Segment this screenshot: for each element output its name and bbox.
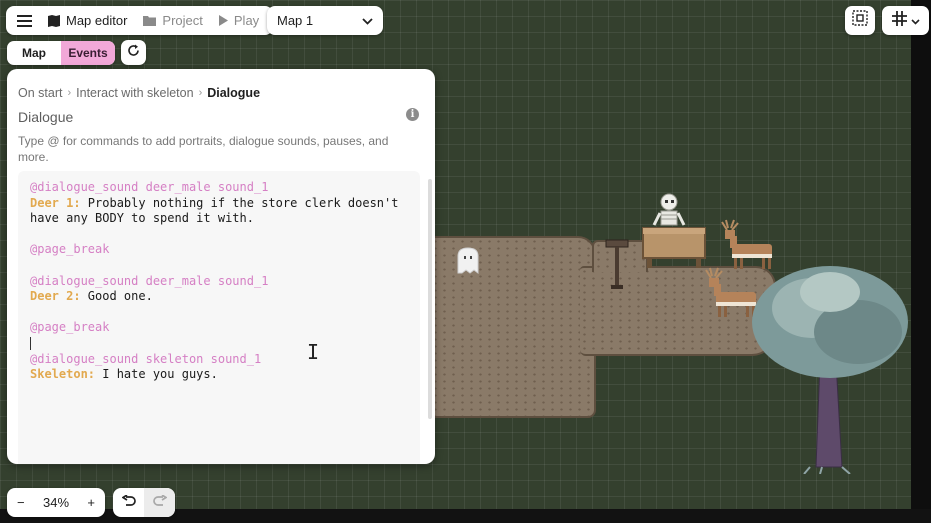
project-label: Project xyxy=(162,13,203,28)
signpost-sprite[interactable] xyxy=(604,238,630,290)
dialogue-line[interactable] xyxy=(30,305,420,321)
top-toolbar: Map editor Project Play xyxy=(6,6,274,35)
zoom-out-button[interactable]: − xyxy=(17,495,25,510)
events-view-tab[interactable]: Events xyxy=(61,41,115,65)
dialogue-text: Probably nothing if the store clerk does… xyxy=(80,195,399,210)
breadcrumb: On start › Interact with skeleton › Dial… xyxy=(18,86,260,100)
editor-scrollbar[interactable] xyxy=(428,179,432,419)
dialogue-line[interactable]: @dialogue_sound deer_male sound_1 xyxy=(30,180,420,196)
dialogue-line[interactable] xyxy=(30,258,420,274)
selection-frame-icon xyxy=(852,10,868,31)
dirt-path-left xyxy=(420,236,596,418)
dialogue-line[interactable]: Skeleton: I hate you guys. xyxy=(30,367,420,383)
dialogue-line[interactable]: @page_break xyxy=(30,242,420,258)
map-select[interactable]: Map 1 xyxy=(267,6,383,35)
view-toggle: Map Events xyxy=(7,41,115,65)
dialogue-line[interactable]: Deer 1: Probably nothing if the store cl… xyxy=(30,196,420,212)
undo-button[interactable] xyxy=(113,488,144,517)
dialogue-command: @page_break xyxy=(30,320,110,335)
chevron-down-icon xyxy=(910,12,920,30)
folder-icon xyxy=(143,15,157,26)
text-cursor-icon: I xyxy=(307,340,320,364)
dialogue-line[interactable] xyxy=(30,336,420,352)
grid-icon xyxy=(891,10,907,31)
chevron-right-icon: › xyxy=(198,87,203,99)
dialogue-line[interactable] xyxy=(30,227,420,243)
dialogue-text: have any BODY to spend it with. xyxy=(30,211,254,226)
grid-toggle-button[interactable] xyxy=(882,6,929,35)
dialogue-line[interactable]: @dialogue_sound skeleton sound_1 xyxy=(30,352,420,368)
dialogue-text: Good one. xyxy=(80,289,153,304)
breadcrumb-item-on-start[interactable]: On start xyxy=(18,86,62,100)
map-select-value: Map 1 xyxy=(277,13,314,28)
dialogue-text: I hate you guys. xyxy=(95,367,218,382)
map-editor-label: Map editor xyxy=(66,13,128,28)
map-view-tab[interactable]: Map xyxy=(7,41,61,65)
zoom-control: − 34% + xyxy=(7,488,105,517)
dialogue-command: @dialogue_sound skeleton sound_1 xyxy=(30,351,262,366)
play-icon xyxy=(218,15,228,26)
dialogue-editor[interactable]: @dialogue_sound deer_male sound_1 Deer 1:… xyxy=(18,171,420,464)
info-icon[interactable]: i xyxy=(406,108,419,121)
menu-button[interactable] xyxy=(6,6,40,35)
redo-button[interactable] xyxy=(144,488,175,517)
skeleton-shopkeeper-sprite[interactable] xyxy=(638,192,710,270)
refresh-icon xyxy=(127,44,140,62)
dialogue-line[interactable]: @page_break xyxy=(30,320,420,336)
undo-icon xyxy=(120,493,136,512)
dialogue-line[interactable]: have any BODY to spend it with. xyxy=(30,211,420,227)
chevron-right-icon: › xyxy=(67,87,72,99)
refresh-button[interactable] xyxy=(121,40,146,65)
zoom-level: 34% xyxy=(42,495,70,510)
dialogue-line[interactable]: Deer 2: Good one. xyxy=(30,289,420,305)
history-controls xyxy=(113,488,175,517)
dialogue-command: @page_break xyxy=(30,242,110,257)
hamburger-menu-icon xyxy=(17,14,32,27)
tree-sprite[interactable] xyxy=(750,262,920,474)
breadcrumb-item-interact[interactable]: Interact with skeleton xyxy=(76,86,193,100)
zoom-in-button[interactable]: + xyxy=(87,495,95,510)
ghost-sprite[interactable] xyxy=(455,246,481,274)
selection-tool-button[interactable] xyxy=(845,6,875,35)
dialogue-speaker: Skeleton: xyxy=(30,367,96,382)
chevron-down-icon xyxy=(362,13,373,28)
dialogue-line[interactable]: @dialogue_sound deer_male sound_1 xyxy=(30,274,420,290)
map-icon xyxy=(48,14,60,27)
redo-icon xyxy=(152,493,168,512)
dialogue-panel: On start › Interact with skeleton › Dial… xyxy=(7,69,435,464)
breadcrumb-item-current: Dialogue xyxy=(207,86,261,100)
project-tab[interactable]: Project xyxy=(135,6,210,35)
panel-title: Dialogue xyxy=(18,109,74,125)
play-tab[interactable]: Play xyxy=(211,6,273,35)
dialogue-hint: Type @ for commands to add portraits, di… xyxy=(18,134,389,164)
dialogue-speaker: Deer 1: xyxy=(30,195,81,210)
map-editor-tab[interactable]: Map editor xyxy=(40,6,135,35)
dialogue-speaker: Deer 2: xyxy=(30,289,81,304)
text-caret xyxy=(30,336,31,350)
dialogue-command: @dialogue_sound deer_male sound_1 xyxy=(30,273,269,288)
play-label: Play xyxy=(233,13,260,28)
dialogue-command: @dialogue_sound deer_male sound_1 xyxy=(30,180,269,194)
